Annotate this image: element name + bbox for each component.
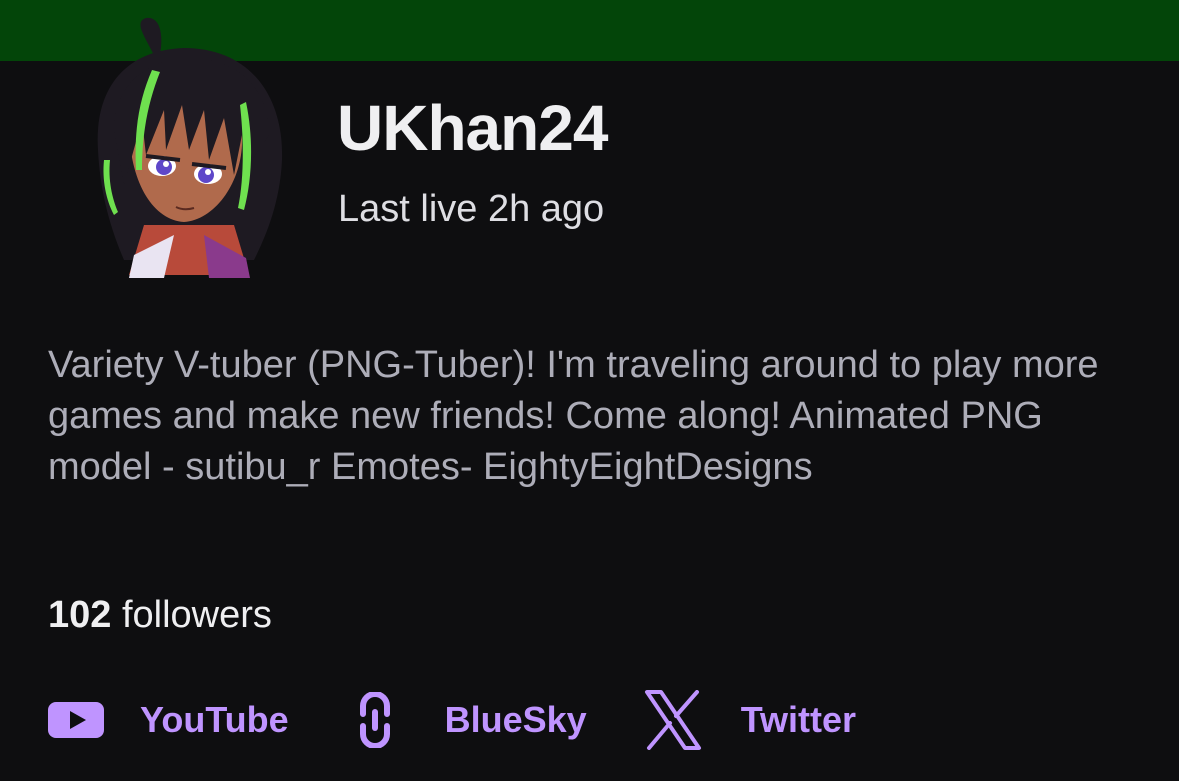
channel-about-page: UKhan24 Last live 2h ago Variety V-tuber…	[0, 0, 1179, 781]
channel-bio: Variety V-tuber (PNG-Tuber)! I'm traveli…	[48, 344, 1099, 488]
twitter-label: Twitter	[740, 699, 857, 740]
social-links: YouTube BlueSky Twitter	[48, 690, 856, 750]
bluesky-link[interactable]: BlueSky	[355, 692, 587, 748]
followers-label: followers	[121, 594, 272, 636]
last-live-status: Last live 2h ago	[338, 188, 605, 230]
youtube-label: YouTube	[140, 699, 289, 740]
bluesky-label: BlueSky	[444, 699, 587, 740]
youtube-icon	[48, 700, 104, 740]
x-logo-icon	[643, 690, 703, 750]
followers-number: 102	[48, 594, 112, 636]
youtube-link[interactable]: YouTube	[48, 699, 289, 741]
avatar[interactable]	[84, 10, 294, 285]
link-icon	[355, 692, 395, 748]
followers-count: 102 followers	[48, 596, 272, 634]
channel-name: UKhan24	[337, 92, 608, 164]
twitter-link[interactable]: Twitter	[643, 690, 856, 750]
